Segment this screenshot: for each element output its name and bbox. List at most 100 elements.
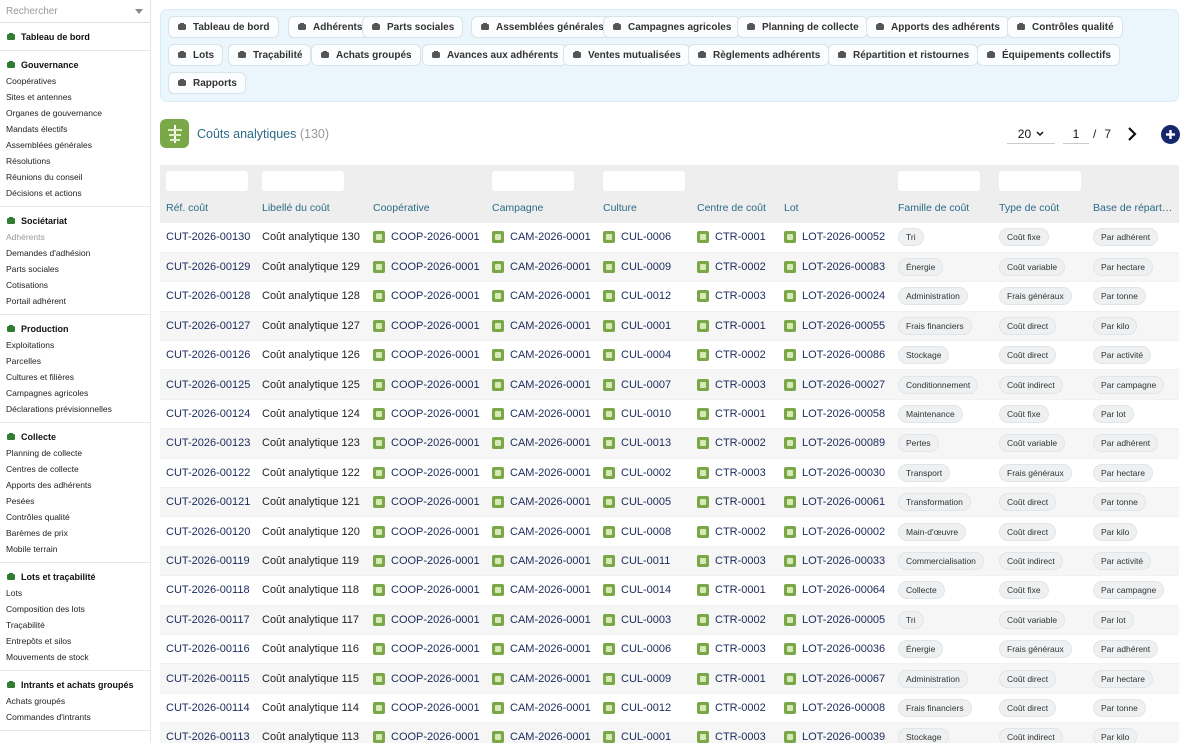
reference-link[interactable]: COOP-2026-0001 bbox=[373, 261, 480, 274]
reference-link[interactable]: LOT-2026-00058 bbox=[784, 408, 886, 421]
reference-link[interactable]: CUL-0004 bbox=[603, 349, 685, 362]
reference-link[interactable]: COOP-2026-0001 bbox=[373, 231, 480, 244]
reference-link[interactable]: COOP-2026-0001 bbox=[373, 319, 480, 332]
reference-link[interactable]: COOP-2026-0001 bbox=[373, 496, 480, 509]
reference-link[interactable]: CUL-0014 bbox=[603, 584, 685, 597]
column-header[interactable]: Lot bbox=[778, 165, 892, 223]
reference-link[interactable]: LOT-2026-00064 bbox=[784, 584, 886, 597]
table-row[interactable]: CUT-2026-00126 Coût analytique 126 COOP-20… bbox=[160, 340, 1179, 371]
table-cell[interactable]: CUT-2026-00120 bbox=[160, 516, 256, 547]
reference-link[interactable]: CTR-0002 bbox=[697, 349, 772, 362]
sidebar-item[interactable]: Cultures et filières bbox=[0, 369, 150, 385]
toolbar-button[interactable]: Ventes mutualisées bbox=[563, 44, 690, 66]
reference-link[interactable]: CTR-0003 bbox=[697, 643, 772, 656]
reference-link[interactable]: CUL-0011 bbox=[603, 554, 685, 567]
sidebar-item[interactable]: Déclarations prévisionnelles bbox=[0, 401, 150, 417]
reference-link[interactable]: CAM-2026-0001 bbox=[492, 496, 591, 509]
sidebar-heading[interactable]: Intrants et achats groupés bbox=[0, 677, 150, 693]
reference-link[interactable]: CUL-0003 bbox=[603, 613, 685, 626]
sidebar-heading[interactable]: Gouvernance bbox=[0, 57, 150, 73]
reference-link[interactable]: LOT-2026-00061 bbox=[784, 496, 886, 509]
table-cell[interactable]: CUT-2026-00125 bbox=[160, 369, 256, 400]
sidebar-item[interactable]: Achats groupés bbox=[0, 693, 150, 709]
reference-link[interactable]: COOP-2026-0001 bbox=[373, 584, 480, 597]
reference-link[interactable]: LOT-2026-00083 bbox=[784, 261, 886, 274]
reference-link[interactable]: COOP-2026-0001 bbox=[373, 525, 480, 538]
reference-link[interactable]: CUL-0010 bbox=[603, 408, 685, 421]
sidebar-item[interactable]: Sites et antennes bbox=[0, 89, 150, 105]
page-size-select[interactable]: 20 bbox=[1006, 124, 1055, 144]
reference-link[interactable]: LOT-2026-00067 bbox=[784, 672, 886, 685]
toolbar-button[interactable]: Campagnes agricoles bbox=[603, 16, 741, 38]
table-cell[interactable]: CUT-2026-00123 bbox=[160, 428, 256, 459]
column-header[interactable]: Famille de coût bbox=[892, 165, 993, 223]
sidebar-item[interactable]: Portail adhérent bbox=[0, 293, 150, 309]
reference-link[interactable]: CAM-2026-0001 bbox=[492, 584, 591, 597]
table-row[interactable]: CUT-2026-00123 Coût analytique 123 COOP-20… bbox=[160, 428, 1179, 459]
reference-link[interactable]: CTR-0001 bbox=[697, 231, 772, 244]
toolbar-button[interactable]: Apports des adhérents bbox=[866, 16, 1009, 38]
reference-link[interactable]: CUL-0002 bbox=[603, 466, 685, 479]
table-row[interactable]: CUT-2026-00114 Coût analytique 114 COOP-20… bbox=[160, 693, 1179, 724]
table-row[interactable]: CUT-2026-00113 Coût analytique 113 COOP-20… bbox=[160, 722, 1179, 743]
column-header[interactable]: Culture bbox=[597, 165, 691, 223]
reference-link[interactable]: CUL-0001 bbox=[603, 319, 685, 332]
reference-link[interactable]: LOT-2026-00027 bbox=[784, 378, 886, 391]
sidebar-item[interactable]: Parts sociales bbox=[0, 261, 150, 277]
toolbar-button[interactable]: Équipements collectifs bbox=[977, 44, 1120, 66]
reference-link[interactable]: CUL-0006 bbox=[603, 231, 685, 244]
reference-link[interactable]: COOP-2026-0001 bbox=[373, 731, 480, 743]
table-cell[interactable]: CUT-2026-00119 bbox=[160, 546, 256, 577]
toolbar-button[interactable]: Parts sociales bbox=[362, 16, 464, 38]
sidebar-item[interactable]: Résolutions bbox=[0, 153, 150, 169]
sidebar-item[interactable]: Adhérents bbox=[0, 229, 150, 245]
sidebar-item[interactable]: Traçabilité bbox=[0, 617, 150, 633]
reference-link[interactable]: COOP-2026-0001 bbox=[373, 349, 480, 362]
reference-link[interactable]: CAM-2026-0001 bbox=[492, 613, 591, 626]
sidebar-item[interactable]: Assemblées générales bbox=[0, 137, 150, 153]
table-row[interactable]: CUT-2026-00130 Coût analytique 130 COOP-20… bbox=[160, 223, 1179, 253]
toolbar-button[interactable]: Adhérents bbox=[288, 16, 372, 38]
sidebar-heading[interactable]: Collecte bbox=[0, 429, 150, 445]
table-cell[interactable]: CUT-2026-00118 bbox=[160, 575, 256, 606]
toolbar-button[interactable]: Avances aux adhérents bbox=[422, 44, 568, 66]
reference-link[interactable]: LOT-2026-00052 bbox=[784, 231, 886, 244]
plus-circle-icon[interactable] bbox=[1161, 124, 1180, 144]
table-row[interactable]: CUT-2026-00122 Coût analytique 122 COOP-20… bbox=[160, 458, 1179, 489]
reference-link[interactable]: CTR-0003 bbox=[697, 378, 772, 391]
sidebar-item[interactable]: Parcelles bbox=[0, 353, 150, 369]
sidebar-heading[interactable]: Lots et traçabilité bbox=[0, 569, 150, 585]
column-filter-input[interactable] bbox=[898, 171, 980, 191]
reference-link[interactable]: CTR-0002 bbox=[697, 525, 772, 538]
toolbar-button[interactable]: Achats groupés bbox=[311, 44, 421, 66]
toolbar-button[interactable]: Répartition et ristournes bbox=[828, 44, 979, 66]
reference-link[interactable]: CTR-0001 bbox=[697, 672, 772, 685]
table-row[interactable]: CUT-2026-00127 Coût analytique 127 COOP-20… bbox=[160, 311, 1179, 342]
reference-link[interactable]: CTR-0002 bbox=[697, 437, 772, 450]
toolbar-button[interactable]: Contrôles qualité bbox=[1007, 16, 1123, 38]
sidebar-heading[interactable]: Production bbox=[0, 321, 150, 337]
reference-link[interactable]: COOP-2026-0001 bbox=[373, 408, 480, 421]
sidebar-item[interactable]: Lots bbox=[0, 585, 150, 601]
sidebar-heading[interactable]: Sociétariat bbox=[0, 213, 150, 229]
table-row[interactable]: CUT-2026-00120 Coût analytique 120 COOP-20… bbox=[160, 516, 1179, 547]
table-cell[interactable]: CUT-2026-00128 bbox=[160, 281, 256, 312]
reference-link[interactable]: CUL-0007 bbox=[603, 378, 685, 391]
table-cell[interactable]: CUT-2026-00115 bbox=[160, 663, 256, 694]
toolbar-button[interactable]: Planning de collecte bbox=[737, 16, 868, 38]
reference-link[interactable]: CUL-0012 bbox=[603, 290, 685, 303]
reference-link[interactable]: CAM-2026-0001 bbox=[492, 231, 591, 244]
column-filter-input[interactable] bbox=[492, 171, 574, 191]
table-row[interactable]: CUT-2026-00117 Coût analytique 117 COOP-20… bbox=[160, 605, 1179, 635]
sidebar-item[interactable]: Apports des adhérents bbox=[0, 477, 150, 493]
reference-link[interactable]: CTR-0003 bbox=[697, 731, 772, 743]
table-cell[interactable]: CUT-2026-00122 bbox=[160, 458, 256, 489]
reference-link[interactable]: CTR-0003 bbox=[697, 554, 772, 567]
reference-link[interactable]: COOP-2026-0001 bbox=[373, 613, 480, 626]
sidebar-item[interactable]: Organes de gouvernance bbox=[0, 105, 150, 121]
table-cell[interactable]: CUT-2026-00126 bbox=[160, 340, 256, 371]
reference-link[interactable]: CAM-2026-0001 bbox=[492, 378, 591, 391]
reference-link[interactable]: COOP-2026-0001 bbox=[373, 437, 480, 450]
table-cell[interactable]: CUT-2026-00113 bbox=[160, 722, 256, 743]
column-header[interactable]: Campagne bbox=[486, 165, 597, 223]
